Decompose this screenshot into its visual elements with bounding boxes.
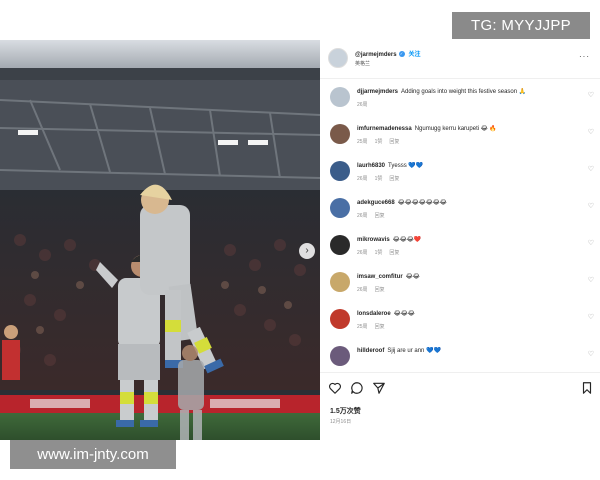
- commenter-avatar[interactable]: [330, 309, 350, 329]
- comment-like-icon[interactable]: ♡: [588, 128, 594, 136]
- comment-row: djjarmejmders Adding goals into weight th…: [320, 84, 600, 118]
- comment-body: Ngumugg kerru karupeti 😂 🔥: [414, 126, 497, 132]
- comment-body: 😂😂😂😂😂😂😂: [397, 200, 447, 206]
- like-count[interactable]: 1.5万次赞: [330, 406, 361, 416]
- comment-age: 26周: [357, 250, 368, 256]
- bottom-watermark: www.im-jnty.com: [10, 440, 176, 469]
- celebration-photo-illustration: [0, 40, 320, 440]
- comment-row: imfurnemadenessa Ngumugg kerru karupeti 😂…: [320, 121, 600, 155]
- reply-button[interactable]: 回复: [389, 250, 399, 256]
- commenter-avatar[interactable]: [330, 161, 350, 181]
- comment-icon[interactable]: [350, 381, 366, 397]
- comment-row: laurh6830 Tyesss 💙💙 26周 1赞 回复 ♡: [320, 158, 600, 192]
- comment-like-icon[interactable]: ♡: [588, 165, 594, 173]
- post-date: 12月16日: [330, 419, 352, 425]
- comment-meta: 26周: [357, 101, 375, 108]
- comment-like-icon[interactable]: ♡: [588, 91, 594, 99]
- comment-age: 26周: [357, 102, 368, 108]
- top-watermark: TG: MYYJJPP: [452, 12, 590, 39]
- comment-body: Sjij are ur ann 💙💙: [387, 348, 441, 354]
- comment-age: 26周: [357, 287, 368, 293]
- comment-body: Tyesss 💙💙: [388, 163, 424, 169]
- commenter-username[interactable]: adekguce668: [357, 200, 395, 206]
- comment-body: 😂😂😂: [393, 311, 415, 317]
- post-actions: 1.5万次赞 12月16日: [320, 372, 600, 440]
- bookmark-icon[interactable]: [580, 381, 596, 397]
- comment-age: 26周: [357, 213, 368, 219]
- comment-like-icon[interactable]: ♡: [588, 350, 594, 358]
- comment-age: 25周: [357, 139, 368, 145]
- comment-body: 😂😂: [405, 274, 420, 280]
- commenter-avatar[interactable]: [330, 346, 350, 366]
- comment-meta: 26周 回复: [357, 286, 392, 293]
- comment-meta: 26周 1赞 回复: [357, 175, 406, 182]
- comment-text-line: adekguce668 😂😂😂😂😂😂😂: [357, 199, 577, 206]
- commenter-avatar[interactable]: [330, 272, 350, 292]
- comment-like-icon[interactable]: ♡: [588, 239, 594, 247]
- commenter-avatar[interactable]: [330, 124, 350, 144]
- reply-button[interactable]: 回复: [389, 139, 399, 145]
- author-avatar[interactable]: [328, 48, 348, 68]
- commenter-username[interactable]: mikrowavis: [357, 237, 390, 243]
- comment-like-icon[interactable]: ♡: [588, 202, 594, 210]
- comment-like-icon[interactable]: ♡: [588, 276, 594, 284]
- comment-like-count[interactable]: 1赞: [375, 250, 383, 256]
- commenter-avatar[interactable]: [330, 198, 350, 218]
- comment-row: adekguce668 😂😂😂😂😂😂😂 26周 回复 ♡: [320, 195, 600, 229]
- reply-button[interactable]: 回复: [375, 324, 385, 330]
- comment-meta: 25周 1赞 回复: [357, 138, 406, 145]
- comment-text-line: lonsdaleroe 😂😂😂: [357, 310, 577, 317]
- comment-meta: 26周 1赞 回复: [357, 249, 406, 256]
- comment-text-line: imsaw_comfitur 😂😂: [357, 273, 577, 280]
- comment-row: imsaw_comfitur 😂😂 26周 回复 ♡: [320, 269, 600, 303]
- verified-icon: ✓: [398, 51, 405, 58]
- next-arrow-icon[interactable]: ›: [299, 243, 315, 259]
- post-location[interactable]: 英格兰: [355, 60, 370, 67]
- comment-text-line: mikrowavis 😂😂😂❤️: [357, 236, 577, 243]
- commenter-username[interactable]: laurh6830: [357, 163, 385, 169]
- comment-age: 26周: [357, 176, 368, 182]
- commenter-username[interactable]: lonsdaleroe: [357, 311, 391, 317]
- commenter-username[interactable]: imsaw_comfitur: [357, 274, 403, 280]
- post-sidebar: @jarmejmders ✓ 关注 英格兰 ··· djjarmejmders Add…: [320, 40, 600, 440]
- heart-icon[interactable]: [328, 381, 344, 397]
- comment-row: lonsdaleroe 😂😂😂 25周 回复 ♡: [320, 306, 600, 340]
- share-icon[interactable]: [372, 381, 388, 397]
- comment-text-line: imfurnemadenessa Ngumugg kerru karupeti 😂…: [357, 125, 577, 132]
- comment-like-count[interactable]: 1赞: [375, 176, 383, 182]
- action-icons-row: [328, 381, 592, 397]
- author-username-line: @jarmejmders ✓ 关注: [355, 49, 421, 58]
- more-options-icon[interactable]: ···: [579, 52, 590, 61]
- comment-meta: 25周 回复: [357, 323, 392, 330]
- instagram-post: › @jarmejmders ✓ 关注 英格兰 ··· djjarmejmders A…: [0, 40, 600, 440]
- reply-button[interactable]: 回复: [389, 176, 399, 182]
- comment-text-line: hillderoof Sjij are ur ann 💙💙: [357, 347, 577, 354]
- comment-age: 25周: [357, 324, 368, 330]
- follow-button[interactable]: 关注: [409, 52, 421, 58]
- commenter-username[interactable]: imfurnemadenessa: [357, 126, 412, 132]
- comment-like-icon[interactable]: ♡: [588, 313, 594, 321]
- reply-button[interactable]: 回复: [375, 213, 385, 219]
- commenter-username[interactable]: hillderoof: [357, 348, 384, 354]
- post-photo[interactable]: ›: [0, 40, 320, 440]
- comment-like-count[interactable]: 1赞: [375, 139, 383, 145]
- comment-row: mikrowavis 😂😂😂❤️ 26周 1赞 回复 ♡: [320, 232, 600, 266]
- comment-meta: 26周 回复: [357, 212, 392, 219]
- commenter-username[interactable]: djjarmejmders: [357, 89, 398, 95]
- comment-text-line: djjarmejmders Adding goals into weight th…: [357, 88, 577, 95]
- commenter-avatar[interactable]: [330, 87, 350, 107]
- post-header: @jarmejmders ✓ 关注 英格兰 ···: [320, 40, 600, 79]
- comment-text-line: laurh6830 Tyesss 💙💙: [357, 162, 577, 169]
- commenter-avatar[interactable]: [330, 235, 350, 255]
- comment-body: 😂😂😂❤️: [392, 237, 422, 243]
- reply-button[interactable]: 回复: [375, 287, 385, 293]
- author-username[interactable]: @jarmejmders: [355, 52, 397, 58]
- comment-body: Adding goals into weight this festive se…: [401, 89, 527, 95]
